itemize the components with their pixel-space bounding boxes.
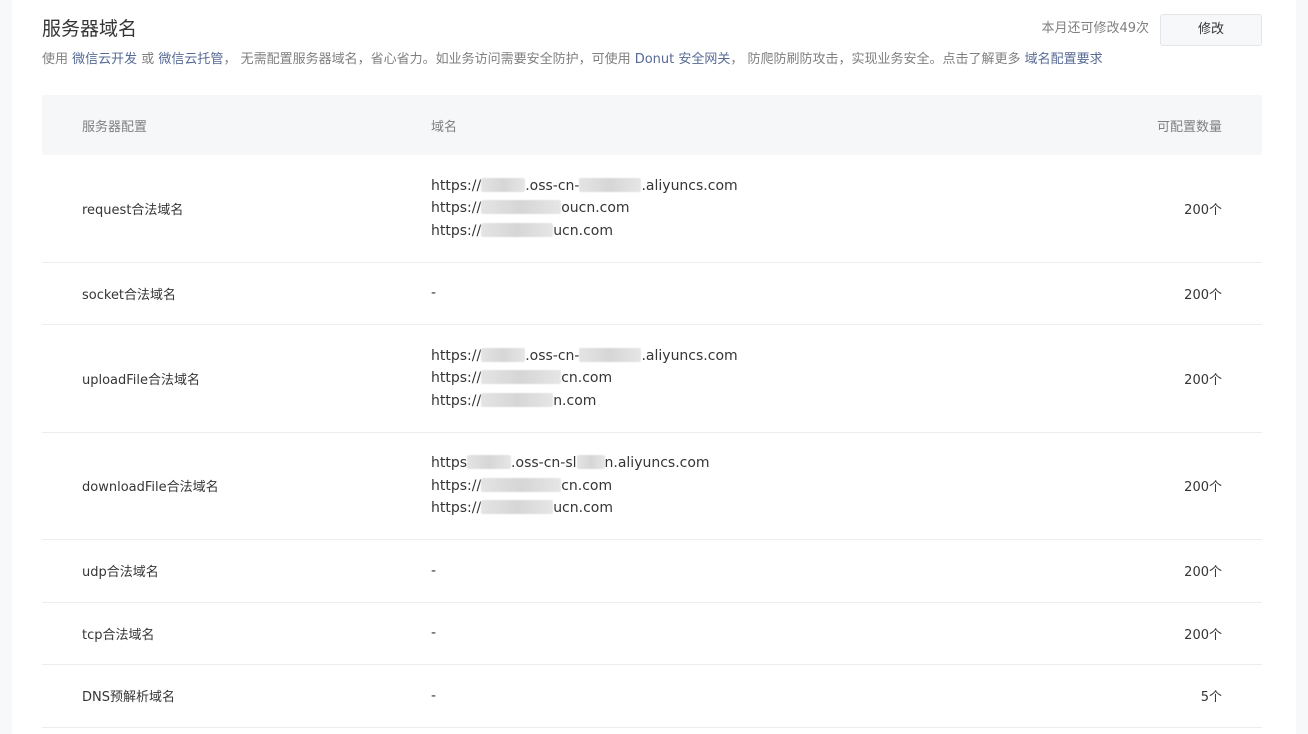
row-count: 200个: [1184, 287, 1222, 303]
row-config-name: uploadFile合法域名: [82, 372, 201, 388]
row-domains: https://.oss-cn- .aliyuncs.com https://cn.…: [431, 345, 1062, 413]
header-domain: 域名: [431, 119, 458, 135]
redacted-text: [481, 370, 562, 384]
row-config-name: request合法域名: [82, 202, 184, 218]
table-row: udp合法域名 - 200个: [42, 540, 1262, 603]
table-row: uploadFile合法域名 https://.oss-cn- .aliyuncs.…: [42, 325, 1262, 433]
row-count: 5个: [1200, 690, 1222, 706]
domain-table: 服务器配置 域名 可配置数量 request合法域名 https://.oss-c…: [42, 95, 1262, 728]
redacted-text: [579, 177, 642, 192]
row-config-name: socket合法域名: [82, 287, 177, 303]
domain-entry: https://n.com: [431, 392, 597, 409]
modify-quota-text: 本月还可修改49次: [1041, 21, 1149, 36]
domain-entry: https://ucn.com: [431, 500, 613, 516]
redacted-text: [579, 347, 642, 362]
cloud-hosting-link[interactable]: 微信云托管: [158, 52, 223, 67]
table-row: socket合法域名 - 200个: [42, 263, 1262, 325]
row-config-name: DNS预解析域名: [82, 690, 175, 706]
redacted-text: [481, 177, 526, 192]
row-domains: https .oss-cn-sl n.aliyuncs.com https://cn.…: [431, 452, 1062, 520]
server-domain-panel: 服务器域名 本月还可修改49次 修改 使用 微信云开发 或 微信云托管， 无需配…: [12, 0, 1296, 734]
redacted-text: [481, 392, 554, 407]
row-domains: -: [431, 562, 437, 579]
description-text: 使用: [42, 52, 73, 67]
donut-gateway-link[interactable]: Donut 安全网关: [635, 52, 731, 67]
table-row: downloadFile合法域名 https .oss-cn-sl n.aliyunc…: [42, 433, 1262, 540]
domain-requirements-link[interactable]: 域名配置要求: [1025, 52, 1103, 67]
header-count: 可配置数量: [1156, 119, 1222, 135]
redacted-text: [467, 455, 512, 469]
row-count: 200个: [1184, 627, 1222, 643]
page-title: 服务器域名: [42, 18, 138, 40]
row-count: 200个: [1184, 202, 1222, 218]
domain-entry: https://oucn.com: [431, 200, 630, 216]
row-config-name: tcp合法域名: [82, 627, 155, 643]
domain-entry: https://cn.com: [431, 370, 613, 386]
row-domains: https://.oss-cn- .aliyuncs.com https://ouc…: [431, 175, 1062, 243]
cloud-dev-link[interactable]: 微信云开发: [72, 52, 137, 67]
domain-entry: https://ucn.com: [431, 222, 613, 239]
description: 使用 微信云开发 或 微信云托管， 无需配置服务器域名，省心省力。如业务访问需要…: [42, 50, 1272, 70]
redacted-text: [481, 477, 562, 492]
table-row: request合法域名 https://.oss-cn- .aliyuncs.com…: [42, 155, 1262, 263]
description-text: ， 防爬防刷防攻击，实现业务安全。点击了解更多: [730, 52, 1025, 67]
description-text: ， 无需配置服务器域名，省心省力。如业务访问需要安全防护，可使用: [223, 52, 635, 67]
row-count: 200个: [1184, 372, 1222, 388]
domain-entry: https://.oss-cn- .aliyuncs.com: [431, 177, 738, 194]
row-domains: -: [431, 625, 437, 642]
domain-entry: https://.oss-cn- .aliyuncs.com: [431, 347, 738, 364]
description-text: 或: [137, 52, 159, 67]
table-row: tcp合法域名 - 200个: [42, 603, 1262, 665]
redacted-text: [481, 200, 562, 214]
redacted-text: [481, 500, 554, 514]
row-config-name: downloadFile合法域名: [82, 480, 219, 496]
table-header: 服务器配置 域名 可配置数量: [42, 95, 1262, 155]
redacted-text: [576, 455, 605, 469]
row-count: 200个: [1184, 480, 1222, 496]
row-config-name: udp合法域名: [82, 565, 159, 581]
domain-entry: https://cn.com: [431, 477, 613, 494]
edit-button[interactable]: 修改: [1160, 14, 1262, 46]
table-body: request合法域名 https://.oss-cn- .aliyuncs.com…: [42, 155, 1262, 728]
header-config: 服务器配置: [82, 119, 148, 135]
row-count: 200个: [1184, 565, 1222, 581]
redacted-text: [481, 347, 526, 362]
row-domains: -: [431, 285, 437, 302]
redacted-text: [481, 222, 554, 237]
row-domains: -: [431, 687, 437, 704]
table-row: DNS预解析域名 - 5个: [42, 665, 1262, 728]
domain-entry: https .oss-cn-sl n.aliyuncs.com: [431, 455, 710, 471]
